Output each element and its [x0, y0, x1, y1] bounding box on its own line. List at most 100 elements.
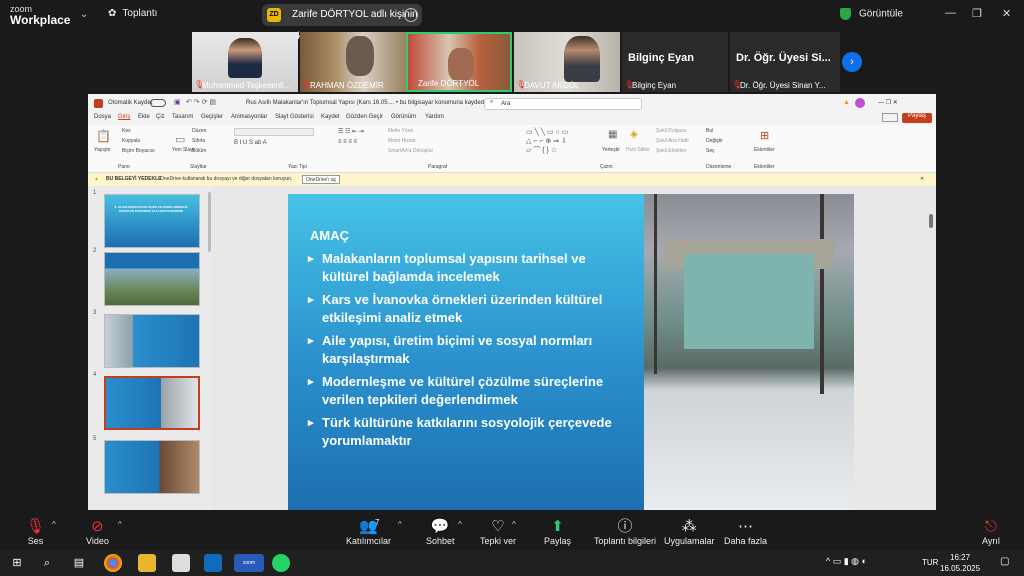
participant-tile[interactable]: Bilginç Eyan 🎙 Bilginç Eyan [622, 32, 728, 92]
language-indicator[interactable]: TUR [922, 558, 938, 567]
slide-thumbnail[interactable]: II. ULUSLARARASI DR. RUSH VE KARSLARDİNA… [104, 194, 200, 248]
cut-button[interactable]: Kes [122, 128, 131, 134]
more-button[interactable]: ⋯ Daha fazla [724, 518, 767, 546]
next-page-icon[interactable]: › [842, 52, 862, 72]
list-icons[interactable]: ☰ ☷ ⇤ ⇥ [338, 128, 364, 135]
font-format-icons[interactable]: B I U S ab A [234, 140, 267, 146]
chevron-up-icon[interactable]: ^ [458, 520, 462, 529]
window-controls[interactable]: — ❐ ✕ [878, 99, 898, 106]
tab-tasarim[interactable]: Tasarım [172, 114, 193, 120]
task-view-icon[interactable]: ▤ [70, 554, 88, 572]
more-icon[interactable]: ··· [404, 8, 418, 22]
audio-button[interactable]: 🎙 Ses [26, 518, 45, 546]
reset-button[interactable]: Sıfırla [192, 138, 205, 144]
paste-icon[interactable]: 📋 [96, 129, 111, 143]
close-icon[interactable]: ✕ [1002, 7, 1011, 20]
section-button[interactable]: Bölüm [192, 148, 206, 154]
quick-styles-icon[interactable]: ◈ [630, 129, 638, 140]
tray-icons[interactable]: ^ ▭ ▮ ◍ ◐ [826, 556, 867, 567]
search-icon[interactable]: ⌕ [38, 554, 56, 572]
outlook-icon[interactable] [204, 554, 222, 572]
autosave-toggle[interactable] [150, 99, 166, 107]
comment-icon[interactable] [882, 113, 898, 122]
tab-animasyonlar[interactable]: Animasyonlar [231, 114, 267, 120]
video-button[interactable]: ⊘ Video [86, 518, 109, 546]
scrollbar[interactable] [929, 214, 933, 228]
tab-kaydet[interactable]: Kaydet [321, 114, 340, 120]
current-slide[interactable]: AMAÇ Malakanların toplumsal yapısını tar… [288, 194, 854, 510]
arrange-icon[interactable]: ▦ [608, 129, 617, 140]
notification-icon[interactable]: ▢ [1000, 556, 1009, 567]
participants-icon: 👥 [359, 518, 378, 535]
tab-gecisler[interactable]: Geçişler [201, 114, 223, 120]
select-button[interactable]: Seç [706, 148, 715, 154]
file-explorer-icon[interactable] [138, 554, 156, 572]
tab-ciz[interactable]: Çiz [156, 114, 165, 120]
apps-button[interactable]: ⁂ Uygulamalar [664, 518, 715, 546]
avatar[interactable] [855, 98, 865, 108]
react-button[interactable]: ♡ Tepki ver [480, 518, 516, 546]
chevron-down-icon[interactable]: ⌄ [80, 9, 88, 20]
view-button[interactable]: Görüntüle [840, 8, 903, 20]
tab-ekle[interactable]: Ekle [138, 114, 150, 120]
slide-thumbnail[interactable] [104, 440, 200, 494]
save-icon[interactable]: ▣ [174, 98, 181, 106]
minimize-icon[interactable]: — [945, 7, 956, 19]
share-screen-button[interactable]: ⬆ Paylaş [544, 518, 571, 546]
slide-thumbnail-selected[interactable] [104, 376, 200, 430]
scrollbar[interactable] [208, 192, 211, 252]
chevron-up-icon[interactable]: ^ [398, 520, 402, 529]
new-slide-icon[interactable]: ▭ [175, 133, 185, 146]
undo-icon[interactable]: ↶ ↷ ⟳ ▤ [186, 98, 216, 106]
zoom-taskbar-icon[interactable]: zoom [234, 554, 264, 572]
leave-button[interactable]: ⎋ Ayrıl [982, 518, 1000, 546]
powerpoint-icon [94, 99, 103, 108]
replace-button[interactable]: Değiştir [706, 138, 723, 144]
warning-icon: ▲ [843, 99, 850, 106]
tab-gozden-gecir[interactable]: Gözden Geçir [346, 114, 383, 120]
chevron-up-icon[interactable]: ^ [512, 520, 516, 529]
shapes-gallery[interactable]: ▭ ╲ ╲ ▭ ○ ▭ △ ⌐ ⌐ ⊕ ⇒ ⇩ ▱ ⌒ { } ☆ [526, 128, 586, 155]
video-off-icon: ⊘ [91, 518, 104, 535]
slide-thumbnail[interactable] [104, 252, 200, 306]
find-button[interactable]: Bul [706, 128, 713, 134]
slide-bullet: Kars ve İvanovka örnekleri üzerinden kül… [308, 291, 628, 327]
chevron-up-icon[interactable]: ^ [52, 520, 56, 529]
participant-video [228, 38, 262, 78]
store-icon[interactable] [172, 554, 190, 572]
taskbar-clock[interactable]: 16:27 16.05.2025 [940, 552, 980, 574]
tab-slayt-gosterisi[interactable]: Slayt Gösterisi [275, 114, 314, 120]
open-onedrive-button[interactable]: OneDrive'ı aç [302, 175, 341, 184]
chrome-icon[interactable] [104, 554, 122, 572]
meeting-menu[interactable]: ✿ Toplantı [108, 8, 157, 19]
whatsapp-icon[interactable] [272, 554, 290, 572]
close-icon[interactable]: ✕ [920, 173, 924, 186]
font-family-select[interactable] [234, 128, 314, 136]
chat-icon: 💬 [430, 518, 450, 535]
tab-giris[interactable]: Giriş [118, 114, 130, 120]
share-button[interactable]: Paylaş [902, 113, 932, 123]
tab-yardim[interactable]: Yardım [425, 114, 444, 120]
participants-button[interactable]: 👥 Katılımcılar [346, 518, 391, 546]
screen-share-indicator[interactable]: ZD Zarife DÖRTYOL adlı kişinin ekran ··· [262, 4, 422, 42]
layout-button[interactable]: Düzen [192, 128, 206, 134]
align-icons[interactable]: ≡ ≡ ≡ ≡ [338, 139, 357, 145]
windows-start-icon[interactable]: ⊞ [8, 554, 26, 572]
tab-gorunum[interactable]: Görünüm [391, 114, 416, 120]
search-input[interactable]: Ara [484, 98, 642, 110]
participant-tile[interactable]: 🎙 Muhammed Taşkesenli... [192, 32, 298, 92]
participant-tile[interactable]: 🎙 RAHMAN ÖZDEMİR [300, 32, 406, 92]
participant-video [564, 36, 600, 82]
chevron-up-icon[interactable]: ^ [118, 520, 122, 529]
chat-button[interactable]: 💬 Sohbet [426, 518, 455, 546]
addins-icon[interactable]: ⊞ [760, 129, 769, 142]
participant-tile-active[interactable]: Zarife DÖRTYOL [406, 32, 512, 92]
participant-tile[interactable]: Dr. Öğr. Üyesi Si... 🎙 Dr. Öğr. Üyesi Sin… [730, 32, 840, 92]
slide-thumbnail[interactable] [104, 314, 200, 368]
tab-dosya[interactable]: Dosya [94, 114, 111, 120]
copy-button[interactable]: Kopyala [122, 138, 140, 144]
maximize-icon[interactable]: ❐ [972, 7, 982, 20]
participant-tile[interactable]: 🎙 DAVUT AKGÜL [514, 32, 620, 92]
meeting-info-button[interactable]: ⓘ Toplantı bilgileri [594, 518, 656, 546]
format-painter-button[interactable]: Biçim Boyacısı [122, 148, 155, 154]
